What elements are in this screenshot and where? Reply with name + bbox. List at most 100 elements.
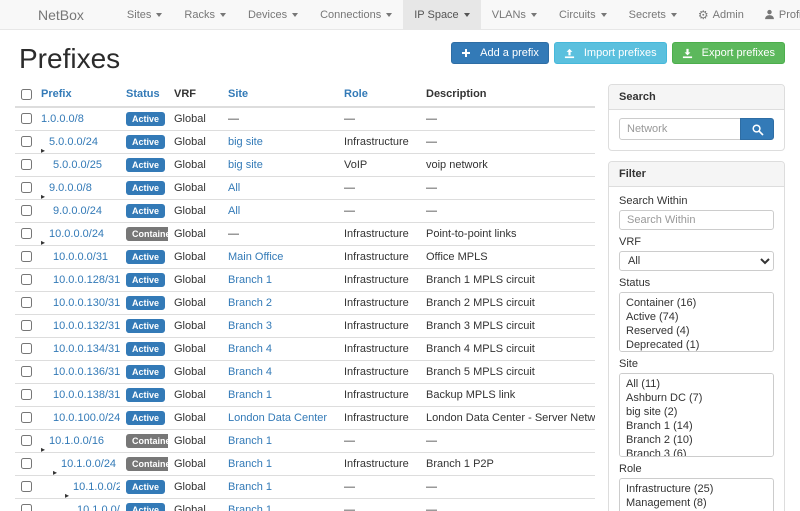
- column-sort-link[interactable]: Status: [126, 88, 160, 100]
- prefix-link[interactable]: 9.0.0.0/8: [49, 182, 92, 194]
- vrf-cell: Global: [168, 269, 222, 292]
- filter-option[interactable]: Infrastructure (25): [620, 482, 773, 496]
- site-link[interactable]: Branch 3: [228, 320, 272, 332]
- prefix-link[interactable]: 10.0.0.0/24: [49, 228, 104, 240]
- prefix-link[interactable]: 10.0.100.0/24: [53, 412, 120, 424]
- row-checkbox[interactable]: [21, 297, 32, 308]
- nav-item-sites[interactable]: Sites: [116, 0, 173, 29]
- status-filter-list[interactable]: Container (16)Active (74)Reserved (4)Dep…: [619, 292, 774, 352]
- row-checkbox[interactable]: [21, 366, 32, 377]
- filter-option[interactable]: Reserved (4): [620, 324, 773, 338]
- prefix-link[interactable]: 10.0.0.138/31: [53, 389, 120, 401]
- site-link[interactable]: London Data Center: [228, 412, 327, 424]
- prefix-link[interactable]: 10.0.0.128/31: [53, 274, 120, 286]
- row-checkbox[interactable]: [21, 251, 32, 262]
- prefix-link[interactable]: 10.1.0.0/24: [61, 458, 116, 470]
- site-link[interactable]: All: [228, 182, 240, 194]
- prefix-link[interactable]: 5.0.0.0/24: [49, 136, 98, 148]
- nav-item-racks[interactable]: Racks: [173, 0, 237, 29]
- site-link[interactable]: All: [228, 205, 240, 217]
- prefix-link[interactable]: 9.0.0.0/24: [53, 205, 102, 217]
- site-link[interactable]: Branch 1: [228, 389, 272, 401]
- filter-option[interactable]: All (11): [620, 377, 773, 391]
- filter-option[interactable]: big site (2): [620, 405, 773, 419]
- nav-item-profile[interactable]: Profile: [754, 0, 800, 29]
- filter-option[interactable]: Container (16): [620, 296, 773, 310]
- nav-item-ip-space[interactable]: IP Space: [403, 0, 480, 29]
- prefix-link[interactable]: 1.0.0.0/8: [41, 113, 84, 125]
- row-checkbox[interactable]: [21, 320, 32, 331]
- nav-item-devices[interactable]: Devices: [237, 0, 309, 29]
- site-link[interactable]: Branch 2: [228, 297, 272, 309]
- nav-item-connections[interactable]: Connections: [309, 0, 403, 29]
- row-checkbox[interactable]: [21, 343, 32, 354]
- row-checkbox[interactable]: [21, 182, 32, 193]
- row-checkbox[interactable]: [21, 389, 32, 400]
- search-icon: [751, 123, 764, 136]
- site-link[interactable]: Main Office: [228, 251, 283, 263]
- site-link[interactable]: Branch 1: [228, 274, 272, 286]
- prefix-link[interactable]: 10.0.0.0/31: [53, 251, 108, 263]
- nav-item-circuits[interactable]: Circuits: [548, 0, 618, 29]
- site-link[interactable]: big site: [228, 136, 263, 148]
- filter-option[interactable]: Active (74): [620, 310, 773, 324]
- status-badge: Active: [126, 273, 165, 287]
- search-button[interactable]: [740, 118, 774, 140]
- table-row: 5.0.0.0/25ActiveGlobalbig siteVoIPvoip n…: [15, 154, 595, 177]
- nav-item-secrets[interactable]: Secrets: [618, 0, 688, 29]
- prefix-link[interactable]: 10.0.0.130/31: [53, 297, 120, 309]
- filter-option[interactable]: Management (8): [620, 496, 773, 510]
- prefix-link[interactable]: 10.0.0.134/31: [53, 343, 120, 355]
- app-brand[interactable]: NetBox: [13, 0, 98, 29]
- description-cell: —: [420, 107, 595, 131]
- status-badge: Active: [126, 204, 165, 218]
- column-sort-link[interactable]: Site: [228, 88, 248, 100]
- nav-item-admin[interactable]: ⚙Admin: [688, 0, 754, 29]
- prefix-link[interactable]: 10.0.0.136/31: [53, 366, 120, 378]
- role-filter-list[interactable]: Infrastructure (25)Management (8)Private…: [619, 478, 774, 511]
- row-checkbox[interactable]: [21, 504, 32, 511]
- add-a-prefix-button[interactable]: Add a prefix: [451, 42, 549, 64]
- status-cell: Active: [120, 476, 168, 499]
- export-prefixes-button[interactable]: Export prefixes: [672, 42, 785, 64]
- prefix-link[interactable]: 10.1.0.0/25: [73, 481, 120, 493]
- filter-option[interactable]: Deprecated (1): [620, 338, 773, 352]
- filter-option[interactable]: Ashburn DC (7): [620, 391, 773, 405]
- filter-option[interactable]: Branch 2 (10): [620, 433, 773, 447]
- row-checkbox[interactable]: [21, 159, 32, 170]
- row-checkbox[interactable]: [21, 113, 32, 124]
- site-link[interactable]: Branch 4: [228, 343, 272, 355]
- nav-item-vlans[interactable]: VLANs: [481, 0, 548, 29]
- site-link[interactable]: Branch 1: [228, 435, 272, 447]
- row-checkbox[interactable]: [21, 458, 32, 469]
- site-link[interactable]: Branch 4: [228, 366, 272, 378]
- filter-option[interactable]: Branch 3 (6): [620, 447, 773, 457]
- row-checkbox[interactable]: [21, 435, 32, 446]
- row-checkbox[interactable]: [21, 274, 32, 285]
- prefix-link[interactable]: 10.0.0.132/31: [53, 320, 120, 332]
- site-link[interactable]: big site: [228, 159, 263, 171]
- site-link[interactable]: Branch 1: [228, 504, 272, 511]
- search-within-input[interactable]: [619, 210, 774, 230]
- prefix-link[interactable]: 10.1.0.0/26: [77, 504, 120, 511]
- search-panel: Search: [608, 84, 785, 151]
- row-checkbox[interactable]: [21, 412, 32, 423]
- import-prefixes-button[interactable]: Import prefixes: [554, 42, 667, 64]
- site-filter-list[interactable]: All (11)Ashburn DC (7)big site (2)Branch…: [619, 373, 774, 457]
- row-checkbox[interactable]: [21, 136, 32, 147]
- prefix-link[interactable]: 10.1.0.0/16: [49, 435, 104, 447]
- prefix-link[interactable]: 5.0.0.0/25: [53, 159, 102, 171]
- row-checkbox[interactable]: [21, 205, 32, 216]
- row-checkbox[interactable]: [21, 481, 32, 492]
- vrf-select[interactable]: All: [619, 251, 774, 271]
- search-input[interactable]: [619, 118, 741, 140]
- role-cell: Infrastructure: [338, 384, 420, 407]
- row-checkbox[interactable]: [21, 228, 32, 239]
- site-link[interactable]: Branch 1: [228, 458, 272, 470]
- filter-option[interactable]: Branch 1 (14): [620, 419, 773, 433]
- column-sort-link[interactable]: Role: [344, 88, 368, 100]
- select-all-checkbox[interactable]: [21, 89, 32, 100]
- site-link[interactable]: Branch 1: [228, 481, 272, 493]
- checkbox-cell: [15, 315, 35, 338]
- column-sort-link[interactable]: Prefix: [41, 88, 72, 100]
